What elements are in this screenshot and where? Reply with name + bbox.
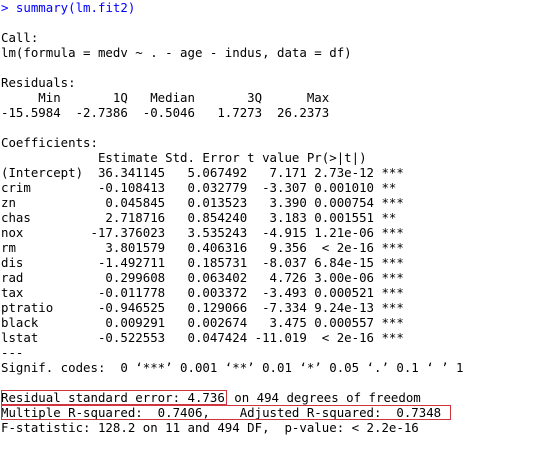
r-console[interactable]: > summary(lm.fit2) Call: lm(formula = me… [1,0,541,449]
rsq-highlight: Multiple R-squared: 0.7406, Adjusted R-s… [1,405,451,420]
coef-row: crim -0.108413 0.032779 -3.307 0.001010 … [1,180,404,195]
coef-row: dis -1.492711 0.185731 -8.037 6.84e-15 *… [1,255,404,270]
residual-std-error-line: Residual standard error: 4.736 on 494 de… [1,390,541,405]
prompt: > [1,0,16,15]
command-text: summary(lm.fit2) [15,0,136,15]
coef-row: black 0.009291 0.002674 3.475 0.000557 *… [1,315,404,330]
call-header: Call: [1,30,39,45]
command-line: > summary(lm.fit2) [1,0,541,15]
f-statistic-line: F-statistic: 128.2 on 11 and 494 DF, p-v… [1,420,419,435]
coefficients-header: Coefficients: [1,135,98,150]
coef-row: rm 3.801579 0.406316 9.356 < 2e-16 *** [1,240,404,255]
coef-row: nox -17.376023 3.535243 -4.915 1.21e-06 … [1,225,404,240]
coef-row: tax -0.011778 0.003372 -3.493 0.000521 *… [1,285,404,300]
coef-row: rad 0.299608 0.063402 4.726 3.00e-06 *** [1,270,404,285]
residuals-header: Residuals: [1,75,76,90]
residuals-labels: Min 1Q Median 3Q Max [1,90,337,105]
coef-row: (Intercept) 36.341145 5.067492 7.171 2.7… [1,165,404,180]
residuals-values: -15.5984 -2.7386 -0.5046 1.7273 26.2373 [1,105,337,120]
r-squared-line: Multiple R-squared: 0.7406, Adjusted R-s… [1,405,541,420]
coef-column-headers: Estimate Std. Error t value Pr(>|t|) [1,150,397,165]
call-formula: lm(formula = medv ~ . - age - indus, dat… [1,45,352,60]
coef-row: zn 0.045845 0.013523 3.390 0.000754 *** [1,195,404,210]
rse-rest: on 494 degrees of freedom [226,390,421,405]
coef-row: lstat -0.522553 0.047424 -11.019 < 2e-16… [1,330,404,345]
separator: --- [1,345,24,360]
signif-codes: Signif. codes: 0 ‘***’ 0.001 ‘**’ 0.01 ‘… [1,360,464,375]
rse-highlight: Residual standard error: 4.736 [1,390,227,405]
coef-row: chas 2.718716 0.854240 3.183 0.001551 ** [1,210,404,225]
coef-row: ptratio -0.946525 0.129066 -7.334 9.24e-… [1,300,404,315]
